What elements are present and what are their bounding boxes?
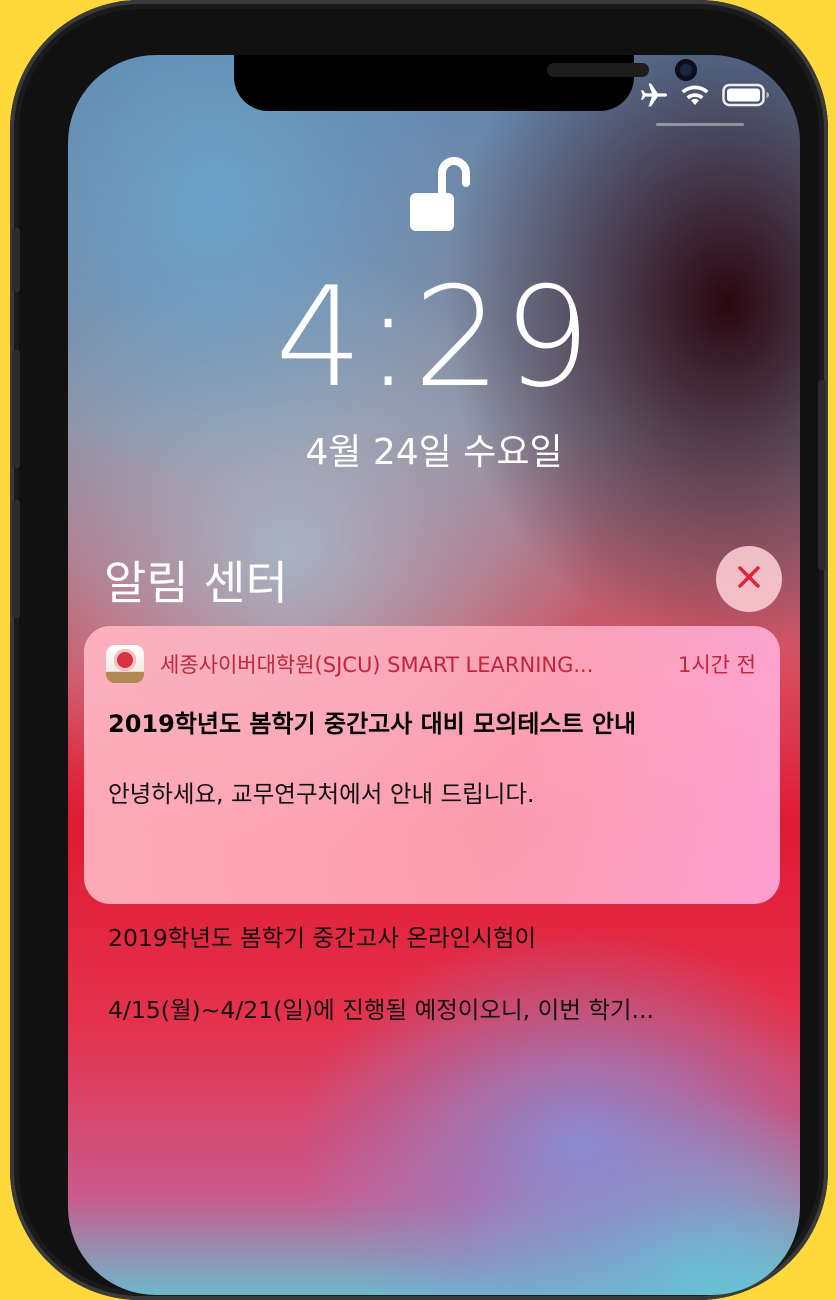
notification-title: 2019학년도 봄학기 중간고사 대비 모의테스트 안내	[108, 710, 637, 738]
notification-body-line: 2019학년도 봄학기 중간고사 온라인시험이	[108, 924, 537, 952]
notification-app-name: 세종사이버대학원(SJCU) SMART LEARNING...	[160, 653, 594, 677]
lock-screen-date: 4월 24일 수요일	[305, 432, 563, 473]
lock-screen-time: 4:29	[275, 257, 593, 418]
phone-frame: 4:29 4월 24일 수요일 알림 센터 세종사이버대학원(SJCU) SMA…	[10, 0, 828, 1300]
silent-switch	[12, 228, 20, 292]
volume-up-button	[12, 350, 20, 468]
clear-notifications-button[interactable]	[716, 546, 782, 612]
battery-icon	[722, 83, 770, 107]
speaker-grille	[547, 63, 649, 77]
notification-time: 1시간 전	[678, 653, 756, 677]
notch	[234, 55, 697, 111]
notification-body-line: 4/15(월)~4/21(일)에 진행될 예정이오니, 이번 학기...	[108, 996, 654, 1024]
sjcu-seal-logo	[114, 649, 136, 671]
wifi-icon	[680, 84, 710, 106]
close-icon	[736, 564, 762, 594]
unlocked-padlock-icon	[408, 155, 478, 235]
notification-body-line: 안녕하세요, 교무연구처에서 안내 드립니다.	[108, 780, 535, 808]
notification-body-spacer	[108, 848, 756, 884]
notification-header: 세종사이버대학원(SJCU) SMART LEARNING... 1시간 전	[106, 645, 756, 683]
side-button	[818, 380, 826, 570]
front-camera	[675, 59, 697, 81]
notification-body: 안녕하세요, 교무연구처에서 안내 드립니다. 2019학년도 봄학기 중간고사…	[108, 740, 756, 1064]
notification-card[interactable]: 세종사이버대학원(SJCU) SMART LEARNING... 1시간 전 2…	[84, 626, 780, 1024]
notification-center-title: 알림 센터	[104, 556, 288, 610]
volume-down-button	[12, 500, 20, 618]
sjcu-app-icon	[106, 645, 144, 683]
airplane-icon	[640, 83, 668, 107]
lock-screen: 4:29 4월 24일 수요일 알림 센터 세종사이버대학원(SJCU) SMA…	[68, 55, 800, 1295]
control-center-grabber[interactable]	[656, 123, 744, 126]
status-bar	[640, 83, 770, 107]
